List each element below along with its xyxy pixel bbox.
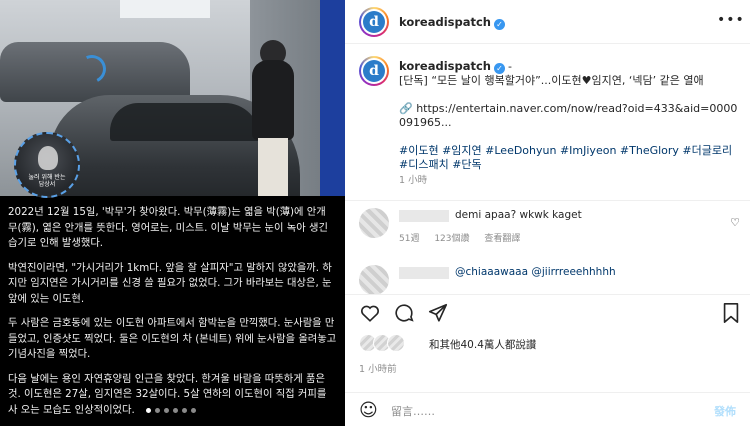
caption-dash: - bbox=[507, 60, 512, 73]
post-actions bbox=[359, 302, 744, 326]
comment-text: demi apaa? wkwk kaget bbox=[455, 209, 582, 221]
emoji-smile-icon[interactable]: ☺ bbox=[359, 400, 378, 421]
add-comment-bar: ☺ 留言…… 發佈 bbox=[345, 392, 750, 426]
caption-paragraph: 박연진이라면, "가시거리가 1km다. 앞을 잘 살피자"고 말하지 않았을까… bbox=[8, 261, 332, 305]
comment-item: demi apaa? wkwk kaget 51週 123個讚 查看翻譯 ♡ bbox=[359, 208, 744, 248]
carousel-dot bbox=[173, 408, 178, 413]
verified-badge-icon: ✓ bbox=[493, 19, 505, 30]
avatar[interactable]: d bbox=[359, 56, 389, 86]
commenter-name-redacted[interactable] bbox=[399, 210, 449, 222]
comment-likes[interactable]: 123個讚 bbox=[434, 234, 469, 244]
comment-text[interactable]: @chiaaawaaa @jiirrreeehhhhh bbox=[455, 266, 616, 278]
divider bbox=[345, 294, 750, 295]
person-legs bbox=[258, 138, 288, 196]
comment-input[interactable]: 留言…… bbox=[391, 403, 435, 419]
caption-body: koreadispatch ✓ - [단독] “모든 날이 행복할거야”...이도현… bbox=[399, 59, 744, 188]
inset-photo: 눌러 위해 반는 담상서 bbox=[14, 132, 80, 198]
share-send-icon[interactable] bbox=[427, 302, 449, 328]
post-timestamp: 1 小時前 bbox=[359, 364, 397, 375]
ceiling-light bbox=[120, 0, 210, 18]
comment-meta: 51週 123個讚 查看翻譯 bbox=[399, 231, 532, 244]
comment-age: 51週 bbox=[399, 234, 420, 244]
link-icon: 🔗 bbox=[399, 102, 413, 115]
carousel-dot bbox=[146, 408, 151, 413]
caption-paragraph: 두 사람은 금호동에 있는 이도현 아파트에서 함박눈을 만끽했다. 눈사람을 … bbox=[8, 317, 337, 360]
bookmark-icon[interactable] bbox=[721, 302, 741, 328]
post-comment-button[interactable]: 發佈 bbox=[714, 403, 736, 419]
parking-pillar bbox=[320, 0, 345, 196]
liker-avatar[interactable] bbox=[387, 334, 405, 352]
caption-link[interactable]: 🔗 https://entertain.naver.com/now/read?o… bbox=[399, 102, 744, 130]
likes-count-text[interactable]: 和其他40.4萬人都說讚 bbox=[429, 337, 536, 352]
dispatch-logo-icon: d bbox=[363, 11, 385, 33]
inset-figure bbox=[38, 146, 58, 170]
post-header: d koreadispatch ✓ ••• bbox=[345, 0, 750, 44]
translate-link[interactable]: 查看翻譯 bbox=[484, 234, 520, 244]
more-options-icon[interactable]: ••• bbox=[717, 12, 745, 28]
caption-time: 1 小時 bbox=[399, 175, 428, 186]
carousel-dot bbox=[182, 408, 187, 413]
caption-hashtags[interactable]: #이도현 #임지연 #LeeDohyun #ImJiyeon #TheGlory… bbox=[399, 144, 744, 172]
like-heart-icon[interactable] bbox=[359, 302, 381, 328]
header-username[interactable]: koreadispatch ✓ bbox=[399, 15, 505, 30]
header-username-text[interactable]: koreadispatch bbox=[399, 15, 491, 29]
inset-caption: 눌러 위해 반는 담상서 bbox=[28, 174, 66, 188]
comment-like-heart-icon[interactable]: ♡ bbox=[730, 216, 740, 229]
commenter-avatar[interactable] bbox=[359, 208, 389, 238]
carousel-dot bbox=[155, 408, 160, 413]
verified-badge-icon: ✓ bbox=[493, 63, 505, 74]
likes-summary[interactable]: 和其他40.4萬人都說讚 bbox=[359, 334, 744, 354]
comment-item: @chiaaawaaa @jiirrreeehhhhh bbox=[359, 265, 744, 305]
dispatch-logo-icon: d bbox=[363, 60, 385, 82]
avatar[interactable]: d bbox=[359, 7, 389, 37]
caption-headline: [단독] “모든 날이 행복할거야”...이도현♥임지연, ‘넥담’ 같은 열애 bbox=[399, 74, 704, 87]
post-sidebar: d koreadispatch ✓ ••• d koreadispatch ✓ - [… bbox=[345, 0, 750, 426]
caption-link-text[interactable]: https://entertain.naver.com/now/read?oid… bbox=[399, 102, 737, 129]
commenter-avatar[interactable] bbox=[359, 265, 389, 295]
carousel-dot bbox=[164, 408, 169, 413]
caption-paragraph: 2022년 12월 15일, '박무'가 찾아왔다. 박무(薄霧)는 엷을 박(… bbox=[8, 206, 328, 249]
commenter-name-redacted[interactable] bbox=[399, 267, 449, 279]
post-media[interactable]: 눌러 위해 반는 담상서 2022년 12월 15일, '박무'가 찾아왔다. … bbox=[0, 0, 345, 426]
caption-username[interactable]: koreadispatch bbox=[399, 59, 491, 73]
divider bbox=[345, 200, 750, 201]
person-figure bbox=[252, 60, 294, 140]
carousel-indicator bbox=[146, 408, 196, 413]
comment-bubble-icon[interactable] bbox=[393, 302, 415, 328]
carousel-dot bbox=[191, 408, 196, 413]
car-window bbox=[110, 103, 260, 141]
image-caption-text: 2022년 12월 15일, '박무'가 찾아왔다. 박무(薄霧)는 엷을 박(… bbox=[8, 205, 338, 426]
